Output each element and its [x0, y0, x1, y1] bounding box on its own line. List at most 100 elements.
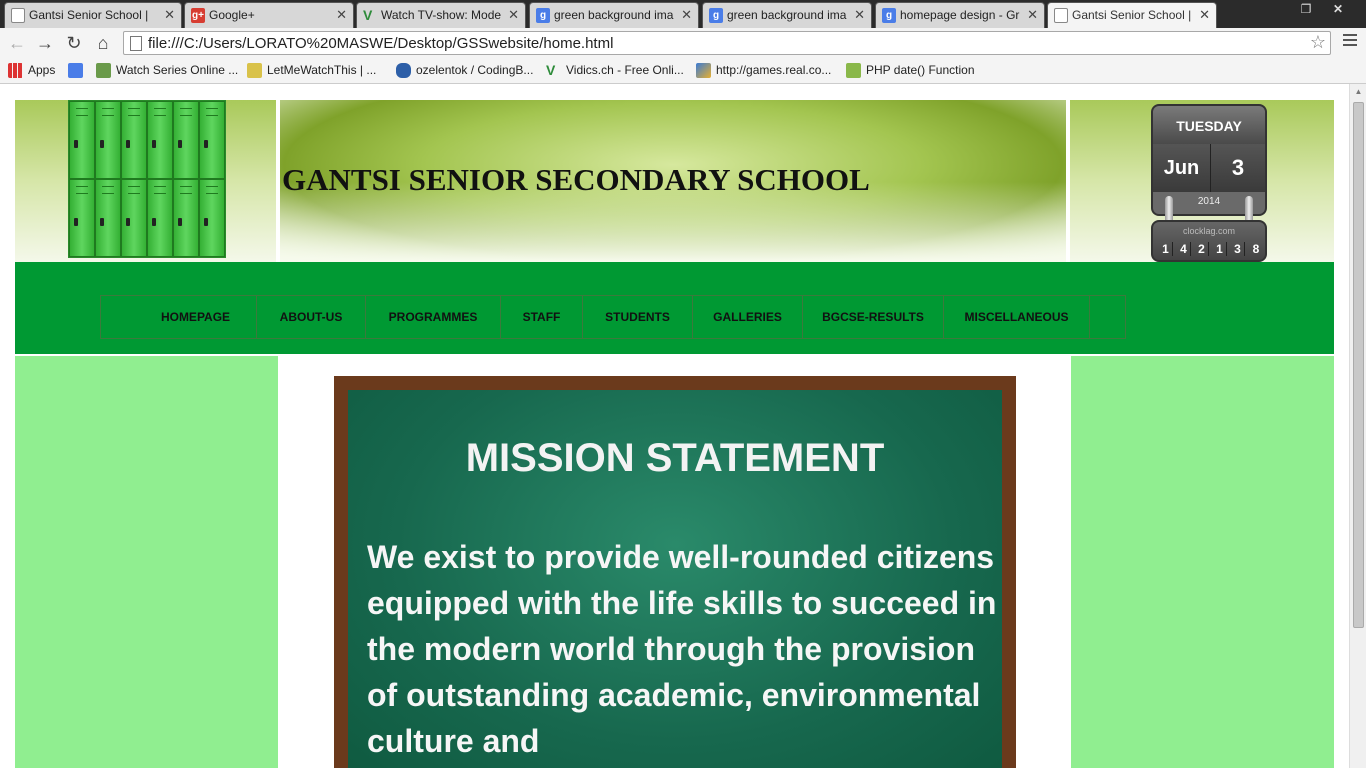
- bookmark-games-real[interactable]: http://games.real.co...: [696, 63, 832, 78]
- page-viewport: GANTSI SENIOR SECONDARY SCHOOL TUESDAY J…: [0, 84, 1366, 768]
- bookmark-label: ozelentok / CodingB...: [416, 63, 534, 77]
- bookmark-label: http://games.real.co...: [716, 63, 832, 77]
- tab-label: green background ima: [727, 8, 847, 22]
- google-icon: g: [882, 8, 896, 23]
- scroll-up-icon[interactable]: ▲: [1353, 87, 1364, 96]
- close-icon[interactable]: ✕: [336, 7, 347, 23]
- bookmark-apps[interactable]: Apps: [8, 63, 56, 78]
- bookmark-watch-series[interactable]: Watch Series Online ...: [96, 63, 239, 78]
- bookmark-label: PHP date() Function: [866, 63, 975, 77]
- browser-toolbar: ← → ↻ ⌂ ☆: [0, 28, 1366, 58]
- clock-digit: 1: [1213, 242, 1227, 256]
- tab-strip: Gantsi Senior School | ✕ g+ Google+ ✕ V …: [0, 0, 1366, 28]
- content-area: MISSION STATEMENT We exist to provide we…: [15, 356, 1334, 768]
- w3-icon: [846, 63, 861, 78]
- clock-digit: 8: [1252, 242, 1260, 256]
- bookmark-label: Vidics.ch - Free Onli...: [566, 63, 684, 77]
- bookmark-ozelentok[interactable]: ozelentok / CodingB...: [396, 63, 534, 78]
- mission-title: MISSION STATEMENT: [465, 436, 885, 480]
- tab-watch-tv[interactable]: V Watch TV-show: Mode ✕: [356, 2, 526, 28]
- bookmark-php-date[interactable]: PHP date() Function: [846, 63, 975, 78]
- clock-digit: 2: [1195, 242, 1209, 256]
- bookmark-label: Apps: [28, 63, 56, 77]
- restore-window-icon[interactable]: ❐: [1296, 0, 1316, 20]
- scrollbar-thumb[interactable]: [1353, 102, 1364, 628]
- close-icon[interactable]: ✕: [1199, 7, 1210, 23]
- tab-gantsi-1[interactable]: Gantsi Senior School | ✕: [4, 2, 182, 28]
- nav-miscellaneous[interactable]: MISCELLANEOUS: [944, 296, 1090, 338]
- school-title: GANTSI SENIOR SECONDARY SCHOOL: [282, 162, 870, 197]
- clock-digit: 3: [1231, 242, 1245, 256]
- menu-icon[interactable]: [1343, 34, 1357, 49]
- clock-digit: 1: [1159, 242, 1173, 256]
- browser-window: { "browser": { "tabs": [ {"label": "Gant…: [0, 0, 1366, 768]
- address-bar[interactable]: ☆: [123, 31, 1331, 55]
- google-plus-icon: g+: [191, 8, 205, 23]
- bitbucket-icon: [396, 63, 411, 78]
- tab-green-bg-1[interactable]: g green background ima ✕: [529, 2, 699, 28]
- page-icon: [1054, 8, 1068, 23]
- games-icon: [696, 63, 711, 78]
- google-icon: g: [536, 8, 550, 23]
- lockers-image: [68, 100, 226, 258]
- figure-icon: [247, 63, 262, 78]
- clock-month: Jun: [1153, 144, 1211, 192]
- mission-chalkboard: MISSION STATEMENT We exist to provide we…: [334, 376, 1016, 768]
- calendar-clock-widget[interactable]: TUESDAY Jun 3 2014 clocklag.com 1 4 2 1 …: [1151, 104, 1267, 262]
- mission-text: We exist to provide well-rounded citizen…: [367, 539, 997, 759]
- close-icon[interactable]: ✕: [681, 7, 692, 23]
- close-window-icon[interactable]: ✕: [1320, 0, 1356, 20]
- close-icon[interactable]: ✕: [1027, 7, 1038, 23]
- clock-date: 3: [1231, 155, 1245, 180]
- apps-grid-icon: [8, 63, 23, 78]
- close-icon[interactable]: ✕: [508, 7, 519, 23]
- tab-homepage-design[interactable]: g homepage design - Gr ✕: [875, 2, 1045, 28]
- address-input[interactable]: [148, 34, 1298, 52]
- close-icon[interactable]: ✕: [164, 7, 175, 23]
- clock-digit: 4: [1177, 242, 1191, 256]
- v-icon: V: [546, 62, 556, 78]
- reload-icon[interactable]: ↻: [63, 32, 85, 54]
- nav-about-us[interactable]: ABOUT-US: [257, 296, 366, 338]
- nav-staff[interactable]: STAFF: [501, 296, 583, 338]
- tab-google-plus[interactable]: g+ Google+ ✕: [184, 2, 354, 28]
- back-arrow-icon[interactable]: ←: [6, 32, 28, 54]
- tab-label: homepage design - Gr: [900, 8, 1020, 22]
- nav-programmes[interactable]: PROGRAMMES: [366, 296, 501, 338]
- google-icon: g: [709, 8, 723, 23]
- image-icon: [96, 63, 111, 78]
- right-sidebar: [1071, 356, 1334, 768]
- site-header: GANTSI SENIOR SECONDARY SCHOOL TUESDAY J…: [15, 100, 1334, 262]
- v-icon: V: [363, 7, 373, 23]
- tab-label: green background ima: [554, 8, 674, 22]
- clock-day: TUESDAY: [1151, 104, 1267, 144]
- nav-students[interactable]: STUDENTS: [583, 296, 693, 338]
- bookmark-star-icon[interactable]: ☆: [1310, 32, 1326, 53]
- header-banner: GANTSI SENIOR SECONDARY SCHOOL: [280, 100, 1068, 262]
- page-icon: [11, 8, 25, 23]
- tab-green-bg-2[interactable]: g green background ima ✕: [702, 2, 872, 28]
- page-icon: [130, 36, 142, 51]
- close-icon[interactable]: ✕: [854, 7, 865, 23]
- forward-arrow-icon[interactable]: →: [34, 32, 56, 54]
- nav-empty-cell: [1090, 296, 1125, 338]
- tab-label: Watch TV-show: Mode: [381, 8, 502, 22]
- tab-label: Gantsi Senior School |: [29, 8, 149, 22]
- bookmark-vidics[interactable]: V Vidics.ch - Free Onli...: [546, 62, 684, 78]
- nav-band: HOMEPAGE ABOUT-US PROGRAMMES STAFF STUDE…: [15, 262, 1334, 354]
- nav-bgcse-results[interactable]: BGCSE-RESULTS: [803, 296, 944, 338]
- home-icon[interactable]: ⌂: [92, 32, 114, 54]
- vertical-scrollbar[interactable]: ▲: [1349, 84, 1366, 768]
- tab-gantsi-active[interactable]: Gantsi Senior School | ✕: [1047, 2, 1217, 28]
- tab-label: Google+: [209, 8, 255, 22]
- clock-digits: 1 4 2 1 3 8: [1159, 242, 1263, 256]
- header-left-panel: [15, 100, 278, 262]
- bookmark-label: Watch Series Online ...: [116, 63, 239, 77]
- nav-homepage[interactable]: HOMEPAGE: [101, 296, 257, 338]
- bookmark-letmewatchthis[interactable]: LetMeWatchThis | ...: [247, 63, 376, 78]
- clock-brand: clocklag.com: [1182, 226, 1236, 236]
- tab-label: Gantsi Senior School |: [1072, 8, 1192, 22]
- bookmarks-bar: Apps Watch Series Online ... LetMeWatchT…: [0, 58, 1366, 84]
- nav-galleries[interactable]: GALLERIES: [693, 296, 803, 338]
- left-sidebar: [15, 356, 278, 768]
